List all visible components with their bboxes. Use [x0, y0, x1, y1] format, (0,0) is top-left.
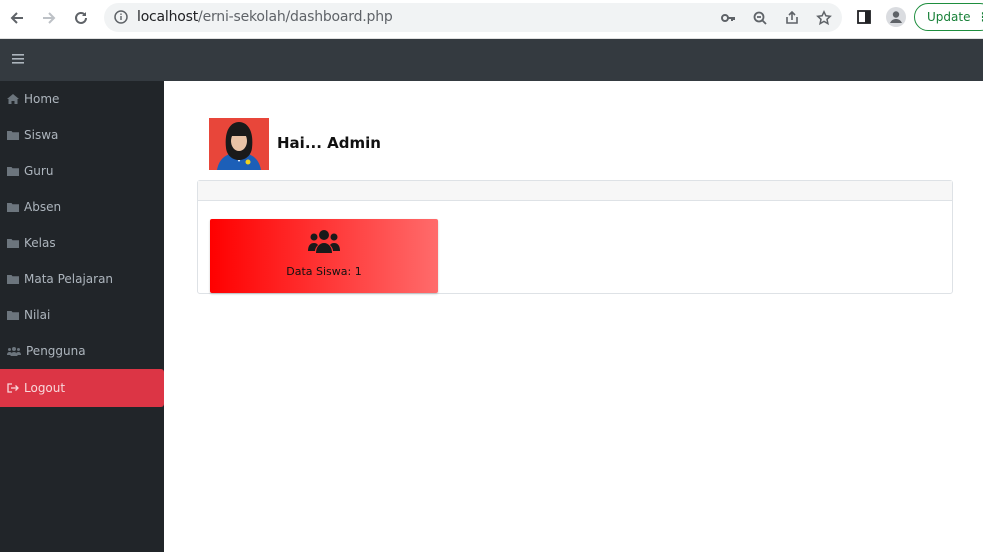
sidebar-item-label: Kelas: [24, 236, 56, 250]
info-icon[interactable]: [114, 10, 128, 24]
greeting-title: Hai... Admin: [277, 134, 381, 152]
stat-label: Data Siswa: 1: [286, 265, 362, 278]
sidebar-item-label: Absen: [24, 200, 62, 214]
star-icon[interactable]: [816, 10, 832, 26]
folder-icon: [7, 131, 19, 140]
sidebar-item-label: Guru: [24, 164, 54, 178]
home-icon: [7, 94, 19, 104]
folder-icon: [7, 203, 19, 212]
reload-icon: [75, 11, 87, 24]
card-header: [198, 181, 952, 201]
main-content: Hai... Admin Data Siswa: 1: [164, 81, 983, 552]
sidebar-item-label: Home: [24, 92, 60, 106]
address-bar[interactable]: localhost/erni-sekolah/dashboard.php: [104, 3, 842, 32]
sidebar-item-pengguna[interactable]: Pengguna: [0, 333, 164, 369]
sidebar-item-siswa[interactable]: Siswa: [0, 117, 164, 153]
sidebar-item-mata-pelajaran[interactable]: Mata Pelajaran: [0, 261, 164, 297]
side-panel-icon[interactable]: [856, 9, 872, 25]
update-button-label: Update: [927, 10, 971, 24]
sidebar-item-logout[interactable]: Logout: [0, 369, 164, 407]
profile-avatar-icon[interactable]: [885, 6, 907, 28]
url-text: localhost/erni-sekolah/dashboard.php: [137, 9, 393, 25]
sidebar-item-home[interactable]: Home: [0, 81, 164, 117]
sidebar: Home Siswa Guru Absen Kelas Mata Pelajar…: [0, 81, 164, 552]
update-button[interactable]: Update ⋮: [914, 3, 983, 31]
users-icon: [308, 230, 340, 253]
url-path: /erni-sekolah/dashboard.php: [198, 9, 393, 25]
share-icon[interactable]: [784, 10, 800, 26]
admin-photo: [209, 118, 269, 170]
admin-avatar: [209, 118, 269, 170]
folder-icon: [7, 311, 19, 320]
zoom-icon[interactable]: [752, 10, 768, 26]
app-topbar: [0, 39, 983, 81]
users-icon: [7, 347, 21, 356]
sidebar-item-label: Logout: [24, 381, 66, 395]
dashboard-card: Data Siswa: 1: [197, 180, 953, 294]
sidebar-item-label: Mata Pelajaran: [24, 272, 114, 286]
sidebar-item-nilai[interactable]: Nilai: [0, 297, 164, 333]
arrow-right-icon: [43, 12, 56, 24]
sidebar-item-kelas[interactable]: Kelas: [0, 225, 164, 261]
sidebar-item-label: Pengguna: [26, 344, 86, 358]
sidebar-item-absen[interactable]: Absen: [0, 189, 164, 225]
folder-icon: [7, 275, 19, 284]
stat-box-siswa[interactable]: Data Siswa: 1: [210, 219, 438, 293]
folder-icon: [7, 167, 19, 176]
hamburger-menu-icon[interactable]: [12, 54, 24, 64]
folder-icon: [7, 239, 19, 248]
reload-button[interactable]: [71, 8, 91, 28]
sidebar-item-guru[interactable]: Guru: [0, 153, 164, 189]
forward-button[interactable]: [39, 8, 59, 28]
back-button[interactable]: [7, 8, 27, 28]
sign-out-icon: [7, 383, 19, 393]
arrow-left-icon: [10, 12, 23, 24]
url-host: localhost: [137, 9, 199, 25]
sidebar-item-label: Siswa: [24, 128, 59, 142]
browser-toolbar: localhost/erni-sekolah/dashboard.php Upd…: [0, 0, 983, 39]
more-vert-icon[interactable]: ⋮: [977, 4, 983, 30]
sidebar-item-label: Nilai: [24, 308, 51, 322]
key-icon[interactable]: [720, 10, 736, 26]
